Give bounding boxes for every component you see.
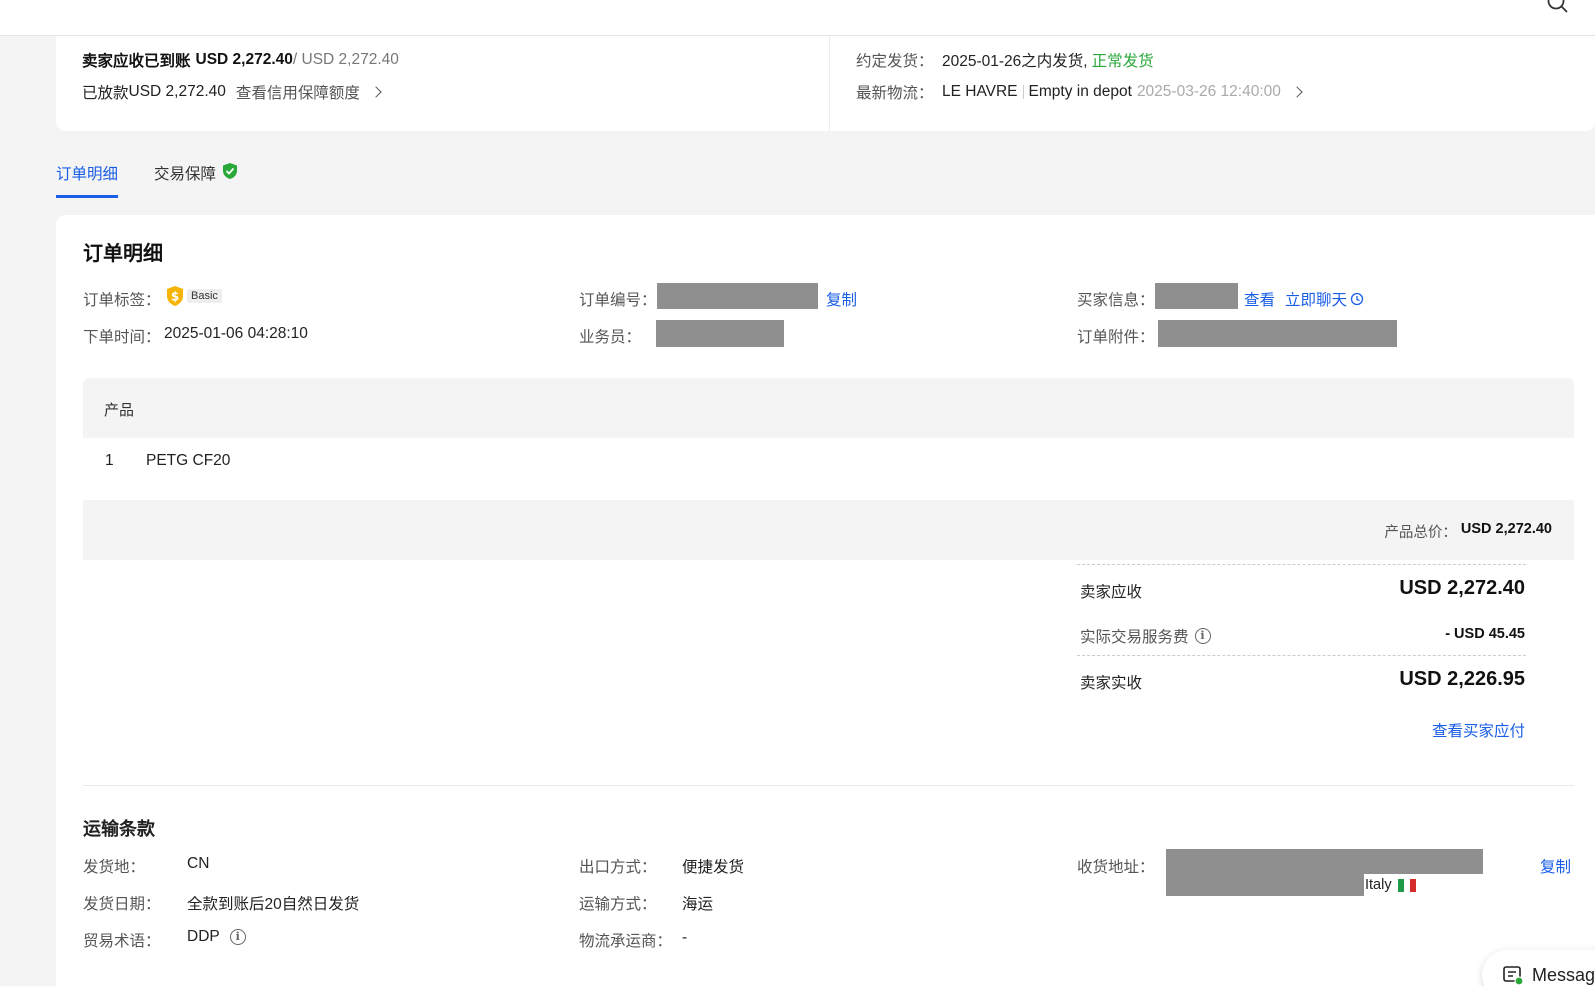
carrier-value: - xyxy=(682,929,688,946)
export-method-value: 便捷发货 xyxy=(682,859,745,876)
service-fee-row: 实际交易服务费 i xyxy=(1080,625,1211,647)
dollar-shield-icon: $ xyxy=(167,286,183,306)
product-total-label: 产品总价： xyxy=(1384,525,1457,541)
svg-text:$: $ xyxy=(171,290,179,304)
released-label: 已放款 xyxy=(82,85,129,102)
tab-trade-assurance[interactable]: 交易保障 xyxy=(154,150,238,198)
incoterm-value: DDP xyxy=(187,928,220,945)
ship-date-label: 发货日期： xyxy=(83,896,161,913)
ship-date-value: 全款到账后20自然日发货 xyxy=(187,896,360,913)
product-row-index: 1 xyxy=(105,452,114,469)
carrier-label: 物流承运商： xyxy=(579,933,673,950)
product-total: 产品总价： USD 2,272.40 xyxy=(1384,521,1552,542)
order-detail-title: 订单明细 xyxy=(83,243,163,265)
chevron-right-icon[interactable] xyxy=(370,86,382,98)
credit-guarantee-link[interactable]: 查看信用保障额度 xyxy=(236,81,360,103)
summary-divider xyxy=(829,36,830,131)
actual-received-label: 卖家实收 xyxy=(1080,675,1143,692)
receivable-value: USD 2,272.40 xyxy=(1399,577,1525,599)
search-icon[interactable] xyxy=(1547,0,1569,14)
order-number-redacted xyxy=(657,283,818,309)
chevron-right-icon[interactable] xyxy=(1291,86,1303,98)
logistics-separator xyxy=(1022,85,1024,99)
order-detail-card: 订单明细 订单标签： $ Basic 订单编号： 复制 买家信息： 查看 立即聊… xyxy=(56,215,1595,986)
seller-receivable-value: USD 2,272.40 xyxy=(195,51,293,68)
buyer-payable-link[interactable]: 查看买家应付 xyxy=(1432,719,1525,741)
chat-now-label: 立即聊天 xyxy=(1285,292,1348,309)
actual-received-value: USD 2,226.95 xyxy=(1399,668,1525,690)
ship-deadline-line: 约定发货： 2025-01-26之内发货, 正常发货 xyxy=(856,49,1154,71)
settlement-divider xyxy=(1077,564,1526,565)
seller-receivable-line: 卖家应收已到账 USD 2,272.40 / USD 2,272.40 xyxy=(82,49,399,71)
info-icon[interactable]: i xyxy=(229,929,246,945)
buyer-info-label: 买家信息： xyxy=(1077,292,1155,309)
address-country-name: Italy xyxy=(1365,877,1392,893)
order-time-label: 下单时间： xyxy=(83,329,161,346)
tab-trade-assurance-label: 交易保障 xyxy=(154,166,217,183)
origin-label: 发货地： xyxy=(83,859,146,876)
top-bar xyxy=(0,0,1595,36)
italy-flag-icon xyxy=(1397,878,1416,892)
message-icon xyxy=(1503,966,1524,986)
released-line: 已放款 USD 2,272.40 查看信用保障额度 xyxy=(82,81,382,103)
message-button[interactable]: Messag xyxy=(1482,950,1595,986)
settlement-divider xyxy=(1077,655,1526,656)
origin-value: CN xyxy=(187,855,210,872)
transport-method-label: 运输方式： xyxy=(579,896,657,913)
attachment-redacted[interactable] xyxy=(1158,320,1397,347)
logistics-label: 最新物流： xyxy=(856,85,934,102)
basic-badge: $ Basic xyxy=(165,285,222,307)
ship-status: 正常发货 xyxy=(1091,53,1154,70)
logistics-status: Empty in depot xyxy=(1028,83,1132,100)
view-buyer-link[interactable]: 查看 xyxy=(1244,288,1275,310)
clock-icon xyxy=(1350,292,1364,306)
buyer-info-redacted xyxy=(1155,283,1238,309)
logistics-place: LE HAVRE xyxy=(942,83,1018,100)
shield-check-icon xyxy=(223,163,238,179)
seller-receivable-label: 卖家应收已到账 xyxy=(82,53,191,70)
tab-order-detail[interactable]: 订单明细 xyxy=(56,150,119,198)
chat-now-link[interactable]: 立即聊天 xyxy=(1285,288,1364,310)
incoterm-label: 贸易术语： xyxy=(83,933,161,950)
product-column-header: 产品 xyxy=(104,402,135,419)
copy-order-number-button[interactable]: 复制 xyxy=(826,288,857,310)
order-number-label: 订单编号： xyxy=(579,292,657,309)
ship-value: 2025-01-26之内发货, xyxy=(942,53,1088,70)
receivable-label: 卖家应收 xyxy=(1080,584,1143,601)
info-icon[interactable]: i xyxy=(1194,628,1211,644)
logistics-time: 2025-03-26 12:40:00 xyxy=(1136,83,1281,100)
incoterm-row: DDP i xyxy=(187,928,246,946)
logistics-line[interactable]: 最新物流： LE HAVRE Empty in depot 2025-03-26… xyxy=(856,81,1303,103)
product-total-value: USD 2,272.40 xyxy=(1460,521,1552,537)
address-redacted xyxy=(1166,849,1483,874)
order-time-value: 2025-01-06 04:28:10 xyxy=(164,325,308,342)
order-summary-card: 卖家应收已到账 USD 2,272.40 / USD 2,272.40 已放款 … xyxy=(56,36,1595,131)
released-value: USD 2,272.40 xyxy=(128,83,226,100)
seller-receivable-total: / USD 2,272.40 xyxy=(292,51,399,68)
tab-bar: 订单明细 交易保障 xyxy=(56,150,274,198)
shipping-terms-title: 运输条款 xyxy=(83,819,155,839)
service-fee-value: - USD 45.45 xyxy=(1445,626,1525,642)
salesperson-redacted xyxy=(656,320,784,347)
service-fee-label: 实际交易服务费 xyxy=(1080,629,1189,646)
address-redacted xyxy=(1166,874,1364,896)
order-tag-label: 订单标签： xyxy=(83,292,161,309)
badge-text: Basic xyxy=(187,289,222,303)
attachment-label: 订单附件： xyxy=(1077,329,1155,346)
transport-method-value: 海运 xyxy=(682,896,714,913)
address-label: 收货地址： xyxy=(1077,859,1155,876)
product-table-header: 产品 xyxy=(83,378,1574,438)
tab-order-detail-label: 订单明细 xyxy=(56,166,119,183)
address-country: Italy xyxy=(1365,877,1416,893)
salesperson-label: 业务员： xyxy=(579,329,642,346)
product-table-footer: 产品总价： USD 2,272.40 xyxy=(83,500,1574,560)
product-row-name[interactable]: PETG CF20 xyxy=(146,452,230,470)
section-divider xyxy=(83,785,1574,786)
message-button-label: Messag xyxy=(1532,964,1595,985)
ship-label: 约定发货： xyxy=(856,53,934,70)
export-method-label: 出口方式： xyxy=(579,859,657,876)
copy-address-button[interactable]: 复制 xyxy=(1540,855,1571,877)
